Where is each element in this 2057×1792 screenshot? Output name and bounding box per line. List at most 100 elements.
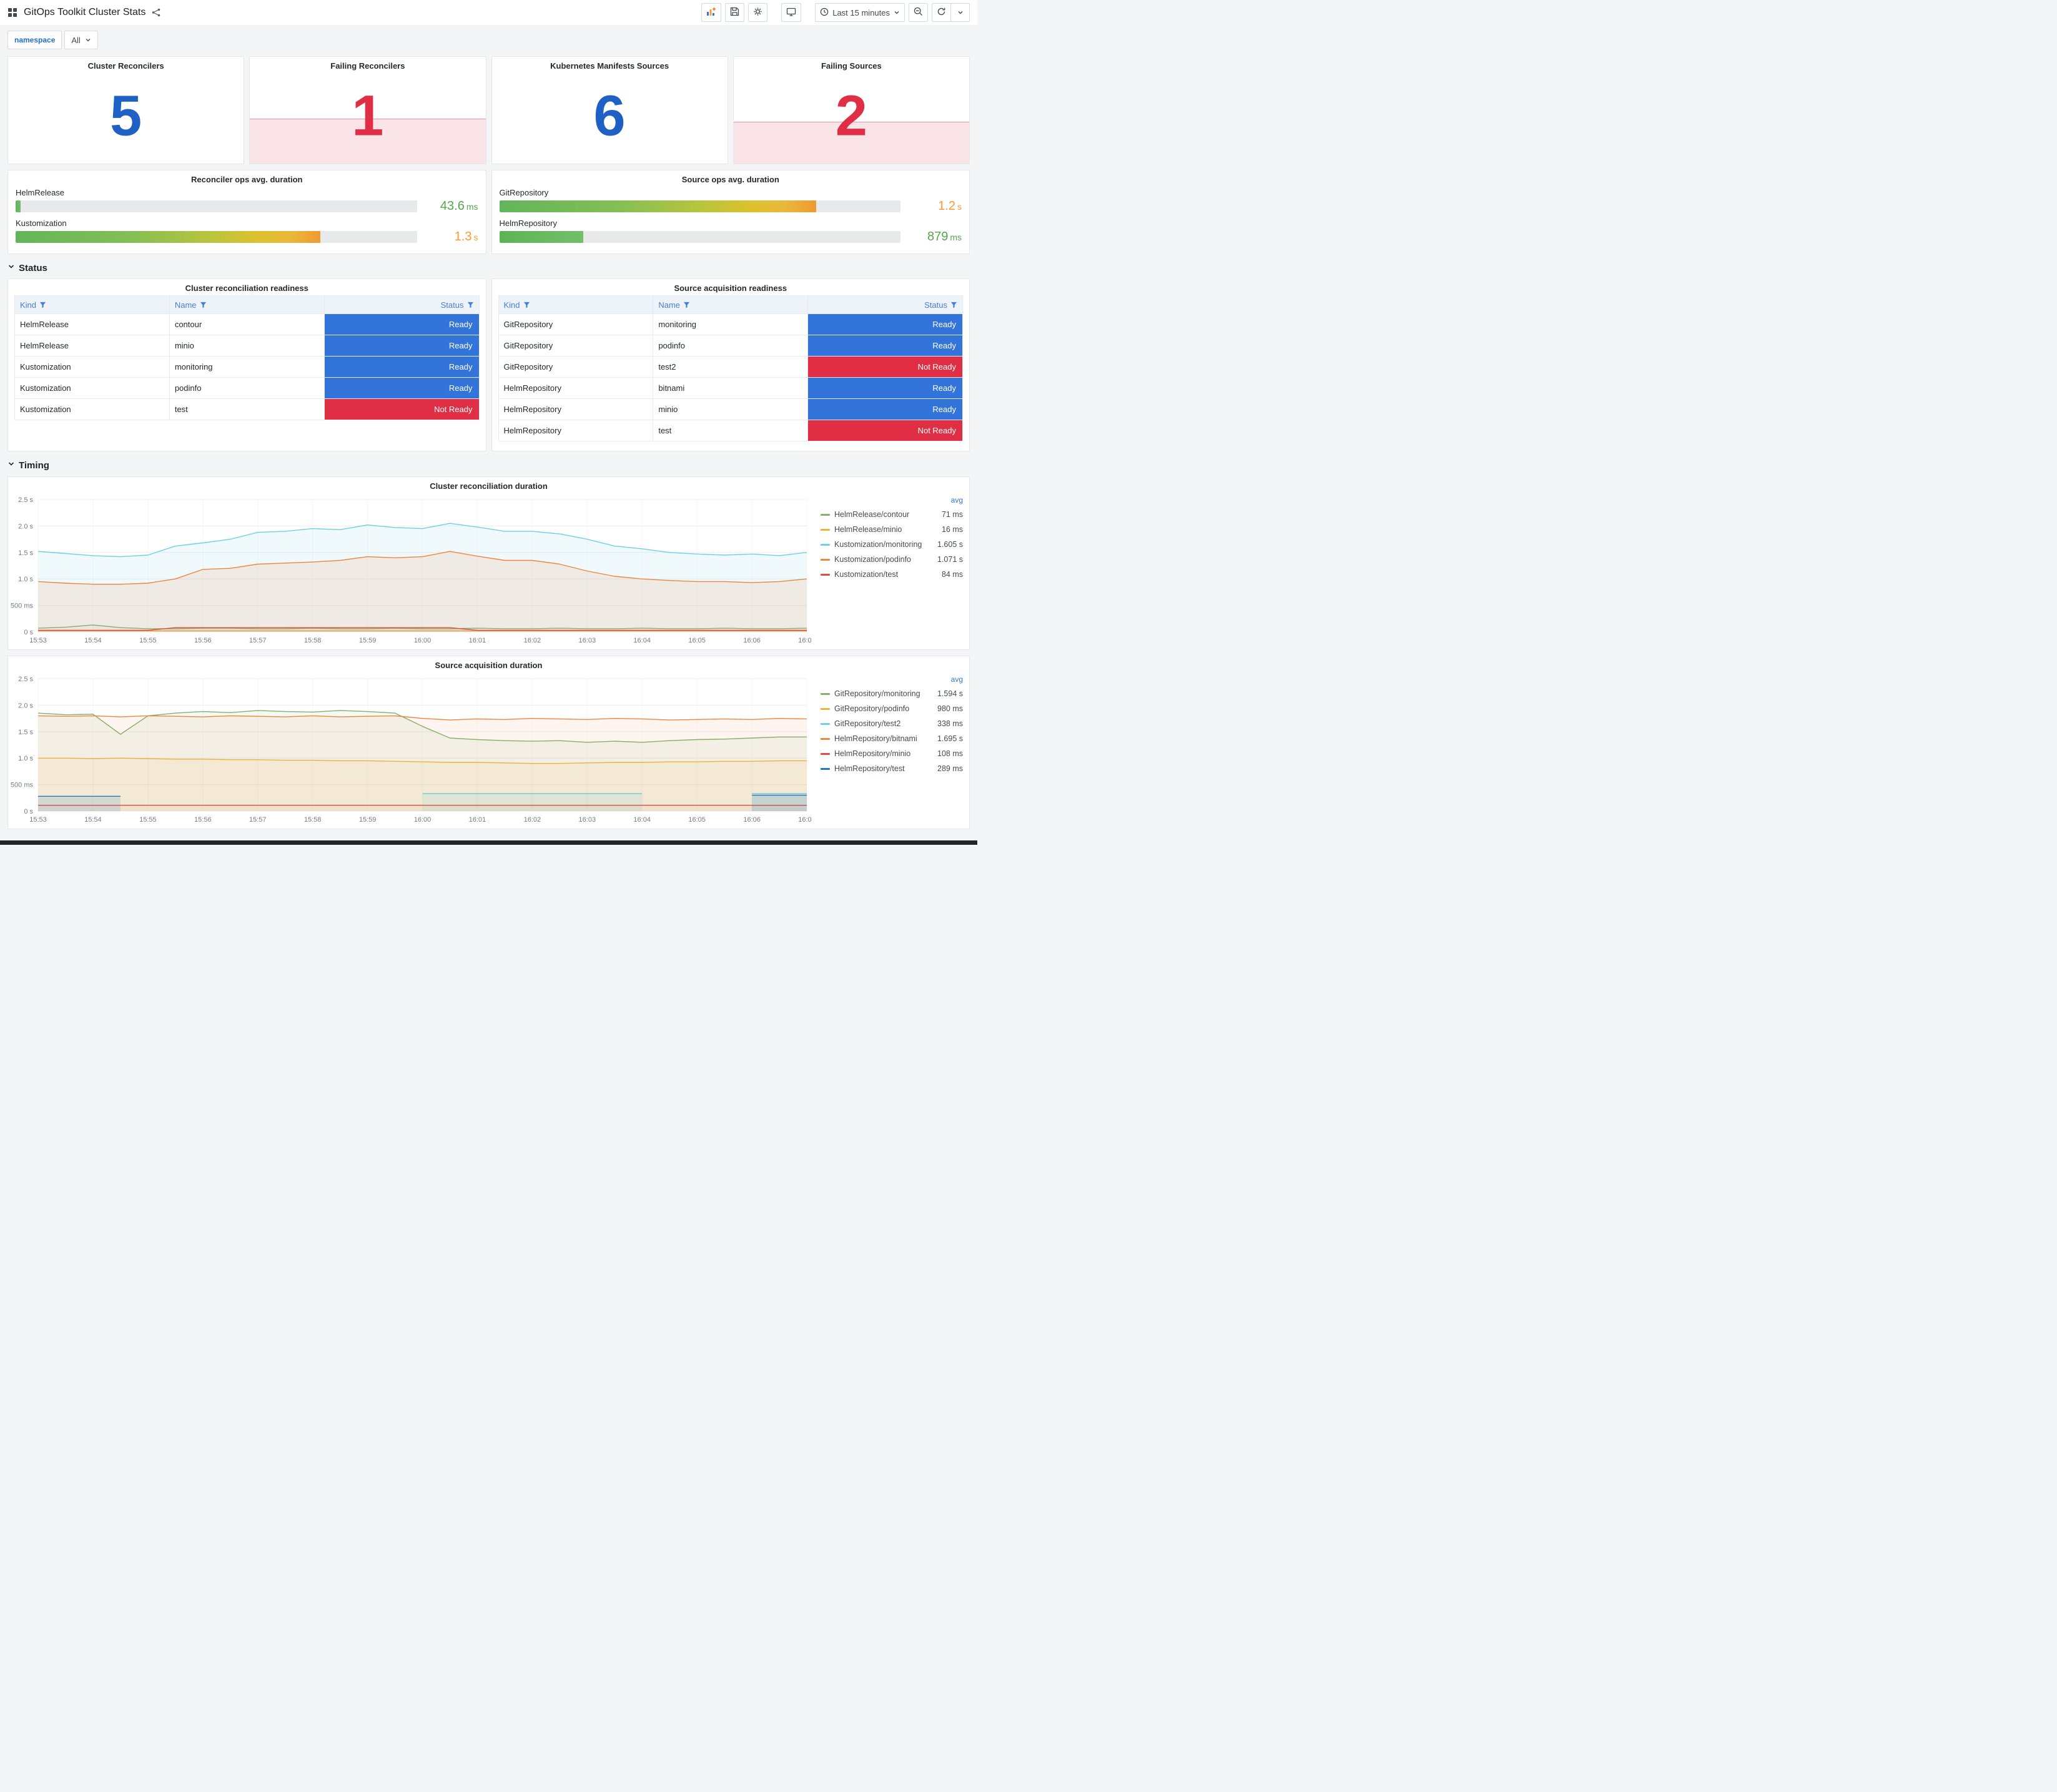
gauge-label: Kustomization — [16, 219, 67, 228]
panel-title[interactable]: Cluster Reconcilers — [8, 57, 244, 73]
legend-series-name[interactable]: Kustomization/podinfo — [834, 555, 934, 564]
svg-text:16:04: 16:04 — [633, 637, 651, 644]
panel-cluster-reconcilers: Cluster Reconcilers 5 — [7, 56, 245, 164]
svg-text:1.5 s: 1.5 s — [18, 549, 33, 557]
legend-avg-value: 1.071 s — [937, 555, 963, 564]
cell-status: Not Ready — [807, 356, 963, 378]
legend-series-name[interactable]: Kustomization/monitoring — [834, 540, 934, 549]
add-panel-button[interactable] — [701, 3, 722, 22]
dashboard-grid-icon[interactable] — [7, 7, 17, 17]
save-dashboard-button[interactable] — [725, 3, 745, 22]
panel-kubernetes-manifests-sources: Kubernetes Manifests Sources 6 — [491, 56, 728, 164]
cell-kind: Kustomization — [14, 356, 170, 378]
dashboard-settings-button[interactable] — [748, 3, 768, 22]
legend-avg-value: 980 ms — [937, 704, 963, 713]
chart-area[interactable]: 0 s 500 ms 1.0 s 1.5 s 2.0 s 2.5 s 15:53 15:54 1… — [8, 672, 816, 826]
cell-name: test — [169, 398, 325, 420]
zoom-out-button[interactable] — [909, 3, 928, 22]
cycle-view-mode-button[interactable] — [781, 3, 802, 22]
refresh-interval-dropdown[interactable] — [951, 3, 970, 22]
legend-item: HelmRepository/bitnami 1.695 s — [821, 731, 963, 746]
legend-series-name[interactable]: Kustomization/test — [834, 570, 938, 579]
legend-avg-header[interactable]: avg — [821, 675, 963, 686]
cell-name: bitnami — [653, 377, 809, 399]
legend-series-color — [821, 543, 830, 546]
share-icon[interactable] — [152, 8, 160, 17]
table-row: Kustomization monitoring Ready — [14, 356, 479, 378]
svg-text:16:03: 16:03 — [579, 816, 596, 824]
panel-title[interactable]: Reconciler ops avg. duration — [8, 170, 486, 187]
svg-text:15:58: 15:58 — [304, 637, 322, 644]
status-badge: Ready — [808, 314, 962, 335]
panel-failing-reconcilers: Failing Reconcilers 1 — [249, 56, 486, 164]
table-row: HelmRelease minio Ready — [14, 335, 479, 357]
cell-status: Ready — [807, 398, 963, 420]
section-header-timing[interactable]: Timing — [7, 460, 970, 471]
legend-series-name[interactable]: HelmRepository/test — [834, 764, 934, 773]
legend-item: Kustomization/podinfo 1.071 s — [821, 552, 963, 567]
svg-text:16:03: 16:03 — [579, 637, 596, 644]
legend-avg-header[interactable]: avg — [821, 496, 963, 507]
legend-item: Kustomization/monitoring 1.605 s — [821, 537, 963, 552]
cell-kind: HelmRepository — [498, 398, 654, 420]
chevron-down-icon — [85, 36, 91, 45]
svg-text:15:54: 15:54 — [84, 637, 102, 644]
legend-avg-value: 108 ms — [937, 749, 963, 758]
svg-text:15:56: 15:56 — [194, 816, 212, 824]
save-icon — [730, 7, 739, 18]
column-header-status[interactable]: Status — [807, 295, 963, 314]
panel-title[interactable]: Cluster reconciliation duration — [8, 477, 969, 493]
cell-name: test2 — [653, 356, 809, 378]
legend-series-name[interactable]: GitRepository/test2 — [834, 719, 934, 728]
panel-source-acquisition-duration: Source acquisition duration 0 s 500 ms 1.0… — [7, 656, 970, 829]
cell-kind: GitRepository — [498, 335, 654, 357]
time-range-picker[interactable]: Last 15 minutes — [815, 3, 905, 22]
table-row: Kustomization podinfo Ready — [14, 377, 479, 399]
panel-title[interactable]: Failing Reconcilers — [250, 57, 485, 73]
zoom-out-icon — [914, 7, 923, 18]
column-header-status[interactable]: Status — [324, 295, 479, 314]
column-header-name[interactable]: Name — [169, 295, 325, 314]
legend-item: HelmRepository/test 289 ms — [821, 761, 963, 776]
cell-name: test — [653, 420, 809, 441]
refresh-icon — [937, 7, 946, 18]
chart-area[interactable]: 0 s 500 ms 1.0 s 1.5 s 2.0 s 2.5 s 15:53 15:54 1… — [8, 493, 816, 647]
column-header-kind[interactable]: Kind — [498, 295, 654, 314]
cell-kind: GitRepository — [498, 356, 654, 378]
status-badge: Not Ready — [324, 399, 479, 420]
legend-item: HelmRelease/minio 16 ms — [821, 522, 963, 537]
timeseries-svg[interactable]: 0 s 500 ms 1.0 s 1.5 s 2.0 s 2.5 s 15:53 15:54 1… — [8, 493, 816, 647]
cell-name: monitoring — [169, 356, 325, 378]
cell-kind: Kustomization — [14, 377, 170, 399]
cell-status: Ready — [807, 335, 963, 357]
gauge-value: 1.3 s — [454, 230, 478, 244]
section-header-status[interactable]: Status — [7, 262, 970, 273]
svg-text:15:54: 15:54 — [84, 816, 102, 824]
legend-series-name[interactable]: GitRepository/podinfo — [834, 704, 934, 713]
legend-series-name[interactable]: HelmRepository/minio — [834, 749, 934, 758]
legend-series-name[interactable]: HelmRelease/minio — [834, 525, 938, 534]
panel-title[interactable]: Source acquisition readiness — [498, 279, 964, 295]
legend-series-name[interactable]: GitRepository/monitoring — [834, 689, 934, 698]
variable-value-dropdown[interactable]: All — [64, 31, 98, 49]
gauge-track — [16, 231, 417, 243]
legend-series-name[interactable]: HelmRelease/contour — [834, 510, 938, 519]
panel-title[interactable]: Source ops avg. duration — [492, 170, 970, 187]
gauge-row: HelmRepository 879 ms — [499, 219, 962, 244]
legend-series-name[interactable]: HelmRepository/bitnami — [834, 734, 934, 743]
panel-title[interactable]: Cluster reconciliation readiness — [14, 279, 480, 295]
status-badge: Not Ready — [808, 420, 962, 441]
panel-title[interactable]: Source acquisition duration — [8, 656, 969, 672]
panel-title[interactable]: Failing Sources — [734, 57, 969, 73]
panel-title[interactable]: Kubernetes Manifests Sources — [492, 57, 728, 73]
svg-text:16:02: 16:02 — [524, 816, 541, 824]
refresh-button[interactable] — [932, 3, 951, 22]
column-header-kind[interactable]: Kind — [14, 295, 170, 314]
legend-series-color — [821, 528, 830, 531]
time-range-label: Last 15 minutes — [832, 7, 890, 17]
column-header-name[interactable]: Name — [653, 295, 809, 314]
svg-text:500 ms: 500 ms — [11, 603, 34, 610]
status-badge: Ready — [808, 399, 962, 420]
gear-icon — [753, 7, 762, 18]
timeseries-svg[interactable]: 0 s 500 ms 1.0 s 1.5 s 2.0 s 2.5 s 15:53 15:54 1… — [8, 672, 816, 826]
